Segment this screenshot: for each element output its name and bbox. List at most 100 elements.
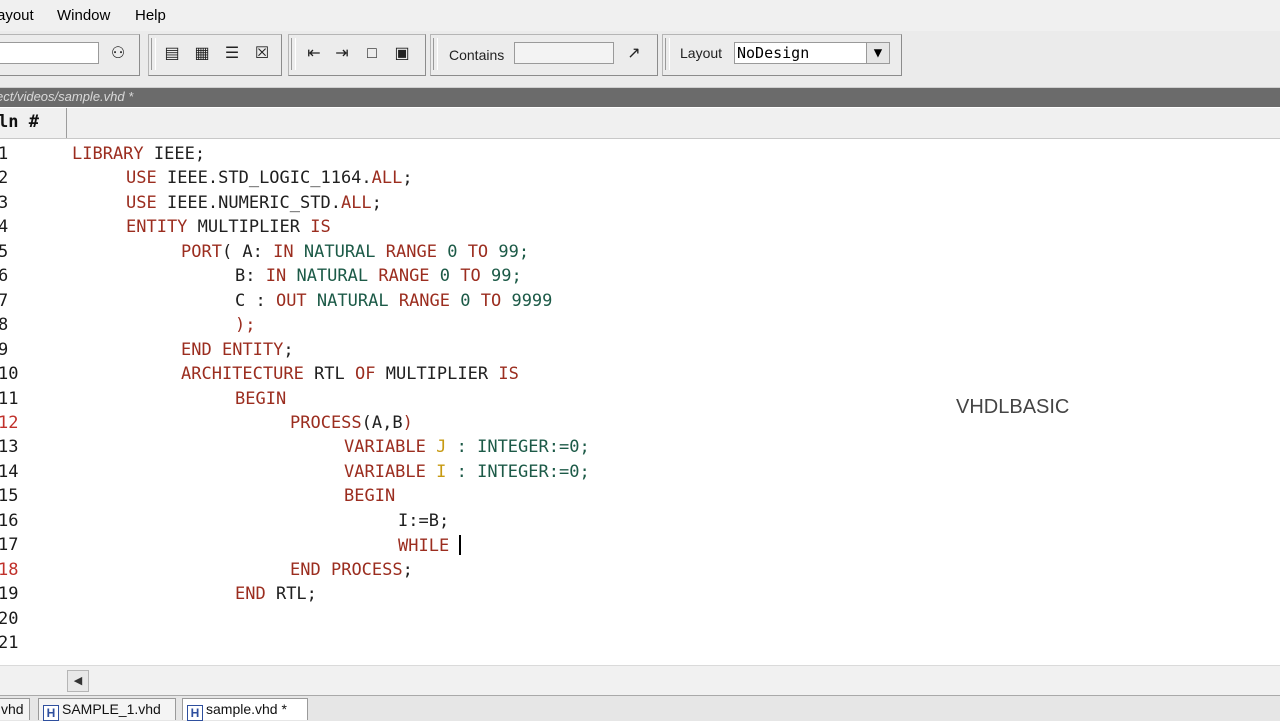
- code-line: 16 I:=B;: [0, 511, 1000, 535]
- outdent-icon[interactable]: ⇥: [331, 43, 353, 65]
- line-number: 17: [0, 535, 19, 555]
- line-number[interactable]: 12: [0, 413, 18, 433]
- code-text: BEGIN: [235, 389, 287, 409]
- toolbar-grip[interactable]: [665, 38, 670, 70]
- toolbar-group-contains: Contains ↗: [430, 34, 658, 76]
- code-line: 9 END ENTITY;: [0, 340, 1000, 364]
- horizontal-scrollbar[interactable]: ◀: [0, 665, 1280, 696]
- code-line: 17 WHILE: [0, 535, 1000, 559]
- code-text: USE IEEE.NUMERIC_STD.ALL;: [126, 193, 382, 213]
- code-line: 20: [0, 609, 1000, 633]
- toolbar-grip[interactable]: [151, 38, 156, 70]
- column-separator[interactable]: [66, 108, 67, 138]
- tab-sample[interactable]: Hsample.vhd *: [182, 698, 308, 721]
- code-line: 2 USE IEEE.STD_LOGIC_1164.ALL;: [0, 168, 1000, 192]
- code-text: PROCESS(A,B): [290, 413, 413, 433]
- code-line: 11 BEGIN: [0, 389, 1000, 413]
- search-input[interactable]: [0, 42, 99, 64]
- line-number: 5: [0, 242, 9, 262]
- layout-label: Layout: [680, 45, 723, 61]
- code-text: PORT( A: IN NATURAL RANGE 0 TO 99;: [181, 242, 530, 262]
- code-line: 3 USE IEEE.NUMERIC_STD.ALL;: [0, 193, 1000, 217]
- scroll-left-icon[interactable]: ◀: [67, 670, 89, 692]
- code-text: VARIABLE I : INTEGER:=0;: [344, 462, 590, 482]
- document-tab-bar: vhd H SAMPLE_1.vhd Hsample.vhd *: [0, 695, 1280, 721]
- code-line: 1 LIBRARY IEEE;: [0, 144, 1000, 168]
- toolbar-group-layout: Layout NoDesign ▼: [662, 34, 902, 76]
- code-line: 4 ENTITY MULTIPLIER IS: [0, 217, 1000, 241]
- code-text: I:=B;: [398, 511, 450, 531]
- delete-bookmark-icon[interactable]: ☒: [251, 43, 273, 65]
- code-text: ARCHITECTURE RTL OF MULTIPLIER IS: [181, 364, 519, 384]
- line-number-header: ln #: [0, 112, 39, 132]
- toolbar: ⚇ ▤ ▦ ☰ ☒ ⇤ ⇥ □ ▣ Contains ↗ Layout NoDe…: [0, 31, 1280, 88]
- code-line: 15 BEGIN: [0, 486, 1000, 510]
- contains-input[interactable]: [514, 42, 614, 64]
- code-line: 7 C : OUT NATURAL RANGE 0 TO 9999: [0, 291, 1000, 315]
- code-text: LIBRARY IEEE;: [72, 144, 206, 164]
- tab-sample-1[interactable]: H SAMPLE_1.vhd: [38, 698, 176, 721]
- line-number: 4: [0, 217, 9, 237]
- line-number: 6: [0, 266, 9, 286]
- editor-column-header: ln #: [0, 108, 1280, 139]
- line-number: 19: [0, 584, 19, 604]
- vhdl-file-icon: H: [187, 705, 203, 721]
- tab-label: SAMPLE_1.vhd: [62, 701, 161, 717]
- arrow-icon[interactable]: ↗: [623, 43, 645, 65]
- code-line: 10 ARCHITECTURE RTL OF MULTIPLIER IS: [0, 364, 1000, 388]
- toolbar-group-format: ⇤ ⇥ □ ▣: [288, 34, 426, 76]
- line-number: 3: [0, 193, 9, 213]
- layout-select-value: NoDesign: [737, 44, 810, 62]
- code-text: ENTITY MULTIPLIER IS: [126, 217, 331, 237]
- code-line: 21: [0, 633, 1000, 657]
- code-line: 18 END PROCESS;: [0, 560, 1000, 584]
- code-text: );: [235, 315, 256, 335]
- line-number: 11: [0, 389, 19, 409]
- toolbar-grip[interactable]: [433, 38, 438, 70]
- comment-icon[interactable]: □: [361, 43, 383, 65]
- code-text: END ENTITY;: [181, 340, 294, 360]
- binoculars-icon[interactable]: ⚇: [107, 43, 129, 65]
- line-number: 20: [0, 609, 19, 629]
- text-caret: [459, 535, 462, 555]
- bookmark-list-icon[interactable]: ☰: [221, 43, 243, 65]
- line-number: 8: [0, 315, 9, 335]
- stack-icon[interactable]: ▤: [161, 43, 183, 65]
- indent-icon[interactable]: ⇤: [303, 43, 325, 65]
- tab-label: sample.vhd *: [206, 701, 287, 717]
- code-text: C : OUT NATURAL RANGE 0 TO 9999: [235, 291, 553, 311]
- code-text: WHILE: [398, 535, 462, 556]
- line-number: 2: [0, 168, 9, 188]
- code-editor[interactable]: VHDLBASIC 1 LIBRARY IEEE; 2 USE IEEE.STD…: [0, 139, 1280, 665]
- file-path: ect/videos/sample.vhd *: [0, 89, 134, 104]
- code-line: 19 END RTL;: [0, 584, 1000, 608]
- line-number: 16: [0, 511, 19, 531]
- menu-help[interactable]: Help: [135, 7, 166, 24]
- code-text: END PROCESS;: [290, 560, 413, 580]
- code-line: 13 VARIABLE J : INTEGER:=0;: [0, 437, 1000, 461]
- code-text: USE IEEE.STD_LOGIC_1164.ALL;: [126, 168, 413, 188]
- layout-select[interactable]: NoDesign ▼: [734, 42, 890, 64]
- toolbar-grip[interactable]: [291, 38, 296, 70]
- code-line: 6 B: IN NATURAL RANGE 0 TO 99;: [0, 266, 1000, 290]
- file-path-bar: ect/videos/sample.vhd *: [0, 88, 1280, 107]
- line-number[interactable]: 18: [0, 560, 18, 580]
- line-number: 21: [0, 633, 19, 653]
- toolbar-group-edit: ▤ ▦ ☰ ☒: [148, 34, 282, 76]
- line-number: 15: [0, 486, 19, 506]
- tab-vhd[interactable]: vhd: [0, 698, 30, 720]
- menu-layout[interactable]: ayout: [0, 7, 34, 24]
- toolbar-group-search: ⚇: [0, 34, 140, 76]
- menu-window[interactable]: Window: [57, 7, 110, 24]
- code-line: 12 PROCESS(A,B): [0, 413, 1000, 437]
- code-text: VARIABLE J : INTEGER:=0;: [344, 437, 590, 457]
- vhdl-file-icon: H: [43, 705, 59, 721]
- line-number: 1: [0, 144, 9, 164]
- line-number: 9: [0, 340, 9, 360]
- code-line: 14 VARIABLE I : INTEGER:=0;: [0, 462, 1000, 486]
- grid-icon[interactable]: ▦: [191, 43, 213, 65]
- line-number: 7: [0, 291, 9, 311]
- chevron-down-icon[interactable]: ▼: [866, 43, 889, 63]
- uncomment-icon[interactable]: ▣: [391, 43, 413, 65]
- line-number: 14: [0, 462, 19, 482]
